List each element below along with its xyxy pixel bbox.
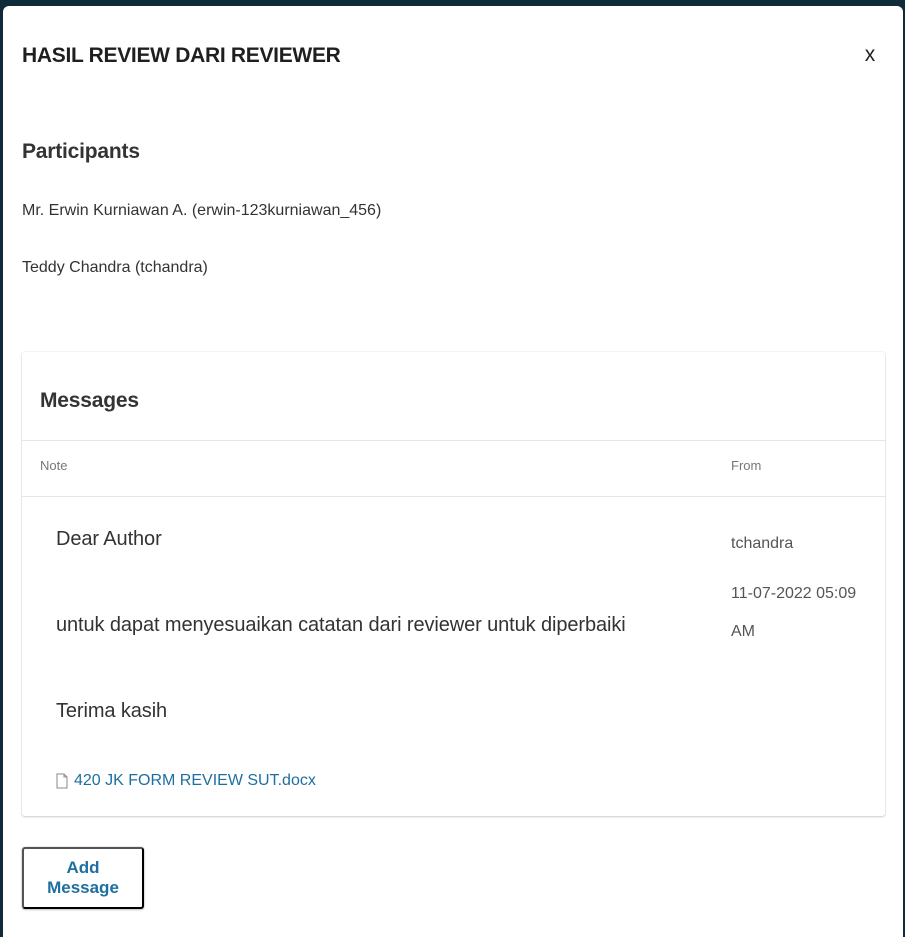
participants-heading: Participants bbox=[22, 140, 140, 163]
messages-heading: Messages bbox=[40, 389, 139, 412]
message-timestamp: 11-07-2022 05:09 AM bbox=[731, 585, 857, 640]
message-text-line: untuk dapat menyesuaikan catatan dari re… bbox=[56, 614, 626, 636]
participant-item: Mr. Erwin Kurniawan A. (erwin-123kurniaw… bbox=[22, 202, 382, 219]
divider bbox=[22, 496, 885, 497]
attachment-link[interactable]: 420 JK FORM REVIEW SUT.docx bbox=[56, 772, 316, 790]
participant-item: Teddy Chandra (tchandra) bbox=[22, 259, 208, 276]
attachment-filename[interactable]: 420 JK FORM REVIEW SUT.docx bbox=[74, 772, 316, 790]
message-text-line: Dear Author bbox=[56, 528, 162, 550]
close-button[interactable]: x bbox=[857, 42, 883, 68]
column-header-note: Note bbox=[40, 458, 68, 473]
column-header-from: From bbox=[731, 458, 762, 473]
message-text-line: Terima kasih bbox=[56, 700, 168, 722]
file-icon bbox=[56, 773, 68, 789]
messages-panel: Messages Note From Dear Author untuk dap… bbox=[22, 352, 885, 816]
divider bbox=[22, 440, 885, 441]
message-from-user: tchandra bbox=[731, 535, 794, 552]
modal-title: HASIL REVIEW DARI REVIEWER bbox=[22, 44, 341, 67]
review-modal: HASIL REVIEW DARI REVIEWER x Participant… bbox=[3, 6, 903, 937]
add-message-button[interactable]: Add Message bbox=[22, 847, 144, 909]
